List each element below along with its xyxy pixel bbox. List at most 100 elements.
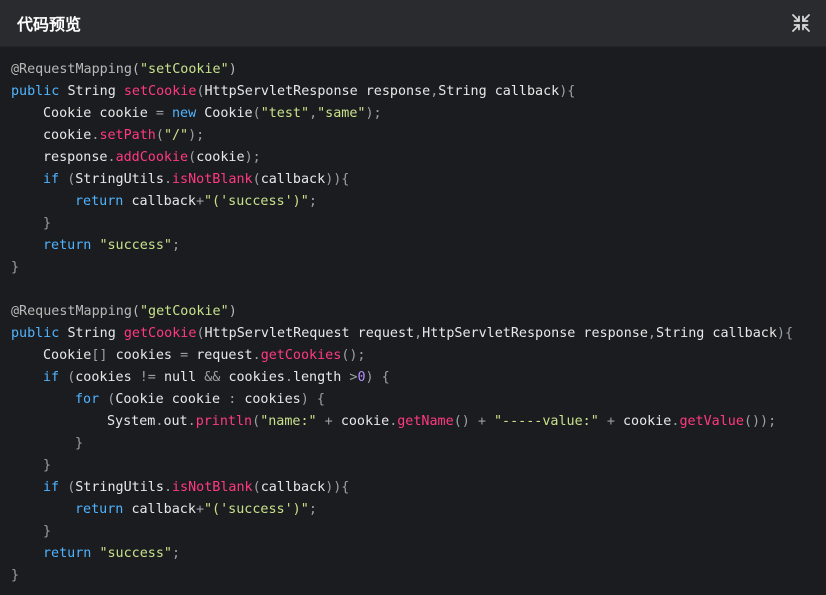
collapse-arrows-icon[interactable] [790, 12, 812, 34]
code-token: setCookie [123, 84, 197, 99]
code-token: "('success')" [204, 502, 309, 517]
code-token: return [75, 194, 132, 209]
code-token: getName [397, 414, 454, 429]
code-line: for (Cookie cookie : cookies) { [11, 389, 793, 411]
code-line: @RequestMapping("getCookie") [11, 301, 793, 323]
code-token: . [163, 172, 172, 187]
code-token: if [43, 172, 68, 187]
code-token: + [195, 502, 204, 517]
code-token: . [187, 414, 196, 429]
code-line: @RequestMapping("setCookie") [11, 59, 793, 81]
code-line: } [11, 521, 793, 543]
code-token: () [453, 414, 470, 429]
code-line: Cookie cookie = new Cookie("test","same"… [11, 103, 793, 125]
code-token: , [309, 106, 318, 121]
code-token: "test" [260, 106, 310, 121]
code-token: HttpServletResponse response [422, 326, 648, 341]
code-token: response [43, 150, 108, 165]
code-token: "success" [99, 238, 172, 253]
code-token: for [75, 392, 108, 407]
code-token: cookies [75, 370, 140, 385]
code-token: "same" [317, 106, 366, 121]
code-token: @RequestMapping( [11, 62, 140, 77]
code-token: ); [244, 150, 261, 165]
code-token: setPath [99, 128, 156, 143]
code-token: + [469, 414, 494, 429]
code-token: && [204, 370, 229, 385]
code-token: . [163, 480, 172, 495]
code-token: cookie [623, 414, 672, 429]
code-token: println [195, 414, 253, 429]
code-token: "name:" [260, 414, 317, 429]
code-token: "('success')" [204, 194, 309, 209]
code-line: return callback+"('success')"; [11, 499, 793, 521]
code-token: StringUtils [75, 480, 164, 495]
code-token: String callback [438, 84, 560, 99]
code-token: callback [260, 480, 326, 495]
code-token: , [414, 326, 423, 341]
code-token: ){ [776, 326, 794, 341]
code-token: System [107, 414, 156, 429]
code-token: Cookie [204, 106, 253, 121]
code-token: Cookie cookie [115, 392, 229, 407]
code-token: ( [188, 150, 197, 165]
code-token: length [292, 370, 350, 385]
code-token: } [11, 568, 20, 583]
code-token: return [75, 502, 132, 517]
code-token: String callback [655, 326, 777, 341]
code-token: cookies [244, 392, 301, 407]
code-line: public String setCookie(HttpServletRespo… [11, 81, 793, 103]
code-line: } [11, 455, 793, 477]
code-token: } [75, 436, 84, 451]
code-token: )){ [325, 480, 350, 495]
code-line: if (StringUtils.isNotBlank(callback)){ [11, 169, 793, 191]
code-block[interactable]: @RequestMapping("setCookie") public Strin… [11, 59, 793, 587]
code-token: getCookie [123, 326, 197, 341]
code-token: ; [308, 194, 317, 209]
code-token: isNotBlank [172, 480, 253, 495]
code-token: ( [252, 172, 261, 187]
code-line: return "success"; [11, 235, 793, 257]
code-token: "setCookie" [140, 62, 229, 77]
code-token: String [67, 84, 124, 99]
code-token: "success" [99, 546, 172, 561]
code-token: HttpServletResponse response [204, 84, 431, 99]
code-token: null [163, 370, 205, 385]
code-token: . [252, 348, 261, 363]
code-token: if [43, 480, 68, 495]
code-token: cookies [228, 370, 285, 385]
code-token: ) [228, 304, 237, 319]
code-token: [] [91, 348, 116, 363]
code-line: } [11, 257, 793, 279]
code-token: ()); [743, 414, 777, 429]
code-token: , [647, 326, 656, 341]
code-token: + [195, 194, 204, 209]
code-token: String [67, 326, 124, 341]
code-token: ) { [300, 392, 325, 407]
code-token: ) [228, 62, 237, 77]
code-token: Cookie cookie [43, 106, 156, 121]
code-token: Cookie [43, 348, 92, 363]
code-token: ( [252, 106, 261, 121]
code-token: : [228, 392, 245, 407]
code-token: callback [260, 172, 326, 187]
panel-title: 代码预览 [17, 15, 82, 34]
code-token: getCookies [260, 348, 342, 363]
code-token: ) { [365, 370, 390, 385]
code-line: return callback+"('success')"; [11, 191, 793, 213]
code-line: response.addCookie(cookie); [11, 147, 793, 169]
code-line: } [11, 433, 793, 455]
code-token: HttpServletRequest request [204, 326, 415, 341]
code-token: 0 [357, 370, 366, 385]
code-token: callback [131, 194, 196, 209]
code-token: if [43, 370, 68, 385]
code-token: cookie [340, 414, 390, 429]
code-token: } [43, 524, 52, 539]
panel-header: 代码预览 [0, 0, 826, 47]
code-line: if (StringUtils.isNotBlank(callback)){ [11, 477, 793, 499]
code-token: (); [341, 348, 366, 363]
code-preview-panel: 代码预览 @RequestMapping("setCookie") public … [0, 0, 826, 595]
code-token: @RequestMapping( [11, 304, 140, 319]
code-token: isNotBlank [172, 172, 253, 187]
code-token: + [316, 414, 341, 429]
